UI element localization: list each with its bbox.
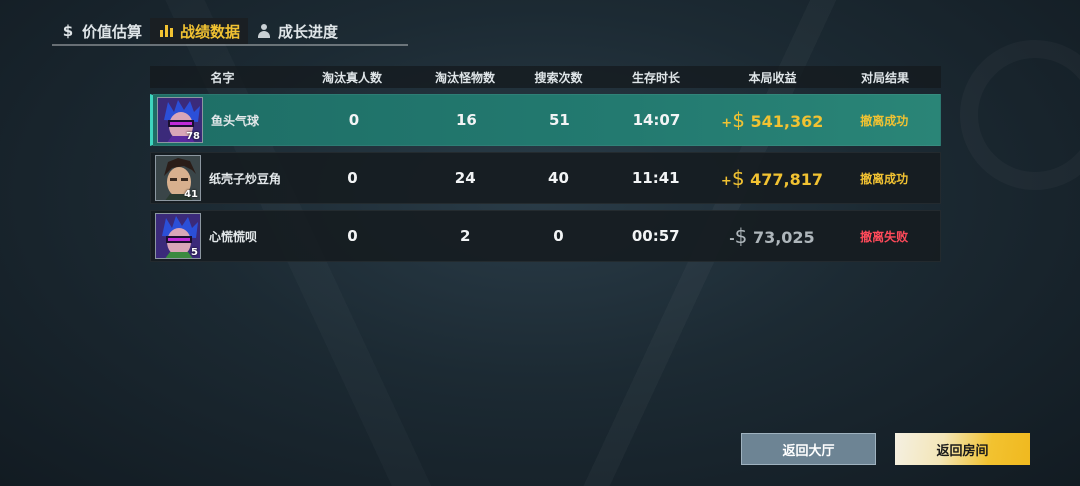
- tab-growth-progress[interactable]: 成长进度: [248, 18, 346, 44]
- earnings: +$ 477,817: [716, 166, 829, 190]
- tab-label: 战绩数据: [180, 22, 241, 41]
- header-searches: 搜索次数: [534, 70, 583, 85]
- survival-time: 14:07: [632, 111, 681, 129]
- table-row[interactable]: 78 鱼头气球 0 16 51 14:07 +$ 541,362 撤离成功: [150, 94, 941, 146]
- table-header: 名字 淘汰真人数 淘汰怪物数 搜索次数 生存时长 本局收益 对局结果: [150, 66, 941, 88]
- match-result: 撤离成功: [860, 113, 909, 128]
- player-name: 鱼头气球: [211, 113, 260, 128]
- dollar-icon: $: [62, 22, 74, 40]
- person-icon: [256, 24, 272, 38]
- search-count: 40: [548, 169, 569, 187]
- search-count: 0: [553, 227, 564, 245]
- tab-value-estimate[interactable]: $ 价值估算: [52, 18, 150, 44]
- earnings-value: 73,025: [752, 228, 815, 247]
- match-result: 撤离成功: [860, 171, 909, 186]
- background-ring: [960, 40, 1080, 190]
- table-row[interactable]: 5 心慌慌呗 0 2 0 00:57 -$ 73,025 撤离失败: [150, 210, 941, 262]
- monster-kills: 16: [455, 111, 477, 129]
- player-avatar[interactable]: 41: [155, 155, 201, 201]
- earnings: -$ 73,025: [716, 224, 829, 248]
- player-avatar[interactable]: 5: [155, 213, 201, 259]
- header-result: 对局结果: [860, 70, 909, 85]
- header-monster-kills: 淘汰怪物数: [434, 70, 495, 85]
- back-to-lobby-button[interactable]: 返回大厅: [741, 433, 876, 465]
- header-name: 名字: [210, 70, 235, 85]
- player-level: 41: [184, 189, 198, 200]
- button-label: 返回大厅: [782, 443, 835, 459]
- tab-battle-stats[interactable]: 战绩数据: [150, 18, 249, 44]
- match-result: 撤离失败: [860, 229, 909, 244]
- monster-kills: 2: [460, 227, 471, 245]
- player-name: 纸壳子炒豆角: [209, 171, 282, 186]
- monster-kills: 24: [454, 169, 476, 187]
- player-avatar[interactable]: 78: [157, 97, 203, 143]
- search-count: 51: [549, 111, 570, 129]
- tab-label: 成长进度: [278, 22, 339, 41]
- earnings: +$ 541,362: [716, 108, 828, 132]
- header-player-kills: 淘汰真人数: [321, 70, 382, 85]
- earnings-value: 541,362: [750, 112, 824, 131]
- tab-bar: $ 价值估算 战绩数据 成长进度: [52, 18, 408, 46]
- header-earnings: 本局收益: [748, 70, 797, 85]
- player-kills: 0: [347, 169, 358, 187]
- bar-chart-icon: [158, 25, 174, 37]
- back-to-room-button[interactable]: 返回房间: [895, 433, 1030, 465]
- currency-icon: $: [732, 108, 745, 132]
- player-level: 5: [191, 247, 198, 258]
- header-survival-time: 生存时长: [631, 70, 680, 85]
- player-kills: 0: [348, 111, 360, 129]
- player-level: 78: [186, 131, 200, 142]
- stats-table: 名字 淘汰真人数 淘汰怪物数 搜索次数 生存时长 本局收益 对局结果 78 鱼头…: [150, 66, 941, 262]
- earnings-value: 477,817: [750, 170, 823, 189]
- currency-icon: $: [731, 166, 745, 190]
- earnings-sign: +: [721, 116, 733, 131]
- currency-icon: $: [734, 224, 748, 248]
- button-label: 返回房间: [936, 443, 989, 459]
- player-kills: 0: [347, 227, 358, 245]
- survival-time: 00:57: [631, 227, 680, 245]
- player-name: 心慌慌呗: [209, 229, 258, 244]
- table-row[interactable]: 41 纸壳子炒豆角 0 24 40 11:41 +$ 477,817 撤离成功: [150, 152, 941, 204]
- tab-label: 价值估算: [82, 22, 143, 41]
- earnings-sign: +: [720, 174, 732, 189]
- survival-time: 11:41: [631, 169, 680, 187]
